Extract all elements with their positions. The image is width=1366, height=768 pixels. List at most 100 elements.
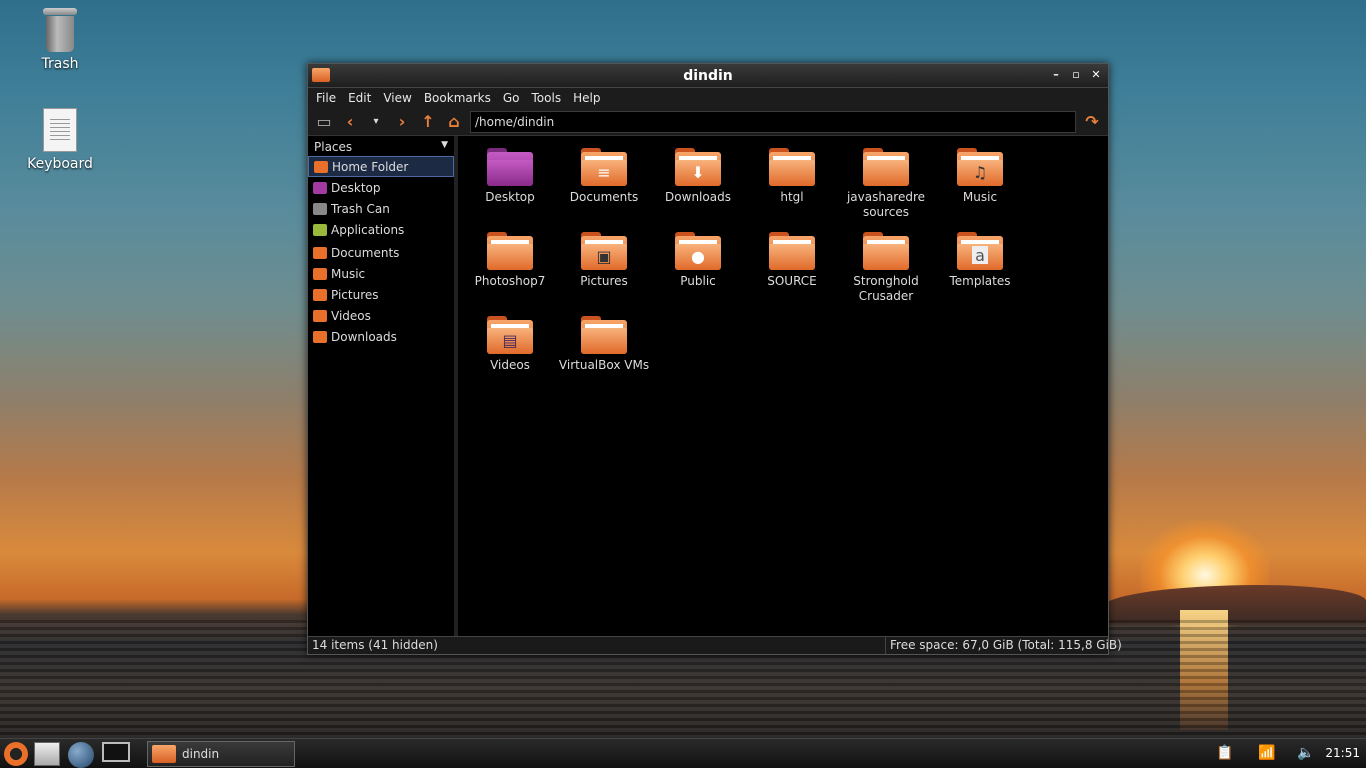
sidebar-item-label: Desktop: [331, 180, 381, 195]
templates-folder-icon: a: [957, 232, 1003, 270]
desktop-icon-trash[interactable]: Trash: [10, 8, 110, 72]
file-item-downloads[interactable]: ⬇ Downloads: [651, 148, 745, 205]
volume-icon[interactable]: 🔈: [1297, 745, 1314, 761]
statusbar: 14 items (41 hidden) Free space: 67,0 Gi…: [308, 636, 1122, 654]
clock[interactable]: 21:51: [1325, 746, 1360, 760]
folder-icon: [769, 232, 815, 270]
sidebar-item-label: Videos: [331, 308, 371, 323]
music-folder-icon: ♫: [957, 148, 1003, 186]
go-button[interactable]: ↷: [1082, 112, 1102, 132]
sidebar-item-applications[interactable]: Applications: [308, 219, 454, 240]
back-button[interactable]: ‹: [340, 112, 360, 132]
places-sidebar: Places ▼ Home Folder Desktop Trash Can A…: [308, 136, 458, 638]
file-label: Videos: [490, 358, 530, 372]
file-manager-launcher[interactable]: [34, 742, 62, 766]
folder-icon: [863, 148, 909, 186]
file-item-music[interactable]: ♫ Music: [933, 148, 1027, 205]
up-button[interactable]: ↑: [418, 112, 438, 132]
folder-icon: [312, 68, 330, 82]
file-label: Templates: [949, 274, 1011, 288]
menu-tools[interactable]: Tools: [532, 91, 562, 105]
status-item-count: 14 items (41 hidden): [308, 637, 886, 654]
file-item-videos[interactable]: ▤ Videos: [463, 316, 557, 373]
status-free-space: Free space: 67,0 GiB (Total: 115,8 GiB): [890, 638, 1122, 652]
places-header[interactable]: Places ▼: [308, 138, 454, 156]
sidebar-item-downloads[interactable]: Downloads: [308, 326, 454, 347]
ubuntu-logo-icon: [4, 742, 28, 766]
trash-icon: [313, 202, 327, 215]
window-titlebar[interactable]: dindin – ▫ ✕: [308, 64, 1108, 88]
file-item-source[interactable]: SOURCE: [745, 232, 839, 289]
forward-button[interactable]: ›: [392, 112, 412, 132]
sidebar-item-music[interactable]: Music: [308, 263, 454, 284]
minimize-button[interactable]: –: [1050, 68, 1062, 81]
sidebar-item-desktop[interactable]: Desktop: [308, 177, 454, 198]
file-item-documents[interactable]: ≡ Documents: [557, 148, 651, 205]
downloads-folder-icon: ⬇: [675, 148, 721, 186]
menu-file[interactable]: File: [316, 91, 336, 105]
clipboard-icon[interactable]: 📋: [1216, 745, 1233, 761]
file-label: javasharedresources: [846, 190, 926, 219]
folder-icon: [769, 148, 815, 186]
folder-icon: [487, 232, 533, 270]
file-item-stronghold-crusader[interactable]: Stronghold Crusader: [839, 232, 933, 304]
menu-help[interactable]: Help: [573, 91, 600, 105]
close-button[interactable]: ✕: [1090, 68, 1102, 81]
sidebar-item-label: Documents: [331, 245, 400, 260]
toolbar: ▭ ‹ ▾ › ↑ ⌂ ↷: [308, 108, 1108, 136]
places-title: Places: [314, 140, 353, 154]
file-label: SOURCE: [767, 274, 817, 288]
show-desktop-button[interactable]: [102, 742, 130, 766]
menu-edit[interactable]: Edit: [348, 91, 371, 105]
wifi-icon[interactable]: 📶: [1258, 745, 1275, 761]
folder-icon: [313, 246, 327, 259]
path-input[interactable]: [470, 110, 1076, 133]
sidebar-item-videos[interactable]: Videos: [308, 305, 454, 326]
sidebar-item-label: Trash Can: [331, 201, 390, 216]
desktop-icon: [313, 181, 327, 194]
taskbar: dindin 📋 📶 🔈 21:51: [0, 738, 1366, 768]
file-item-photoshop7[interactable]: Photoshop7: [463, 232, 557, 289]
sidebar-item-home-folder[interactable]: Home Folder: [308, 156, 454, 177]
file-item-htgl[interactable]: htgl: [745, 148, 839, 205]
document-icon: [43, 108, 77, 152]
maximize-button[interactable]: ▫: [1070, 68, 1082, 81]
file-label: VirtualBox VMs: [558, 358, 650, 372]
menu-bookmarks[interactable]: Bookmarks: [424, 91, 491, 105]
file-label: Downloads: [665, 190, 731, 204]
file-label: Documents: [569, 190, 639, 204]
file-item-virtualbox-vms[interactable]: VirtualBox VMs: [557, 316, 651, 373]
sidebar-item-label: Home Folder: [332, 159, 409, 174]
menu-view[interactable]: View: [383, 91, 411, 105]
file-cabinet-icon: [34, 742, 60, 766]
history-dropdown-button[interactable]: ▾: [366, 112, 386, 132]
file-item-pictures[interactable]: ▣ Pictures: [557, 232, 651, 289]
browser-launcher[interactable]: [68, 742, 96, 768]
folder-icon: [313, 288, 327, 301]
sidebar-item-pictures[interactable]: Pictures: [308, 284, 454, 305]
desktop-icon-keyboard[interactable]: Keyboard: [10, 108, 110, 172]
taskbar-window-button[interactable]: dindin: [147, 741, 295, 767]
public-folder-icon: ●: [675, 232, 721, 270]
window-title: dindin: [683, 67, 733, 84]
file-item-public[interactable]: ● Public: [651, 232, 745, 289]
chevron-down-icon[interactable]: ▼: [441, 140, 448, 154]
new-tab-button[interactable]: ▭: [314, 112, 334, 132]
file-item-desktop[interactable]: Desktop: [463, 148, 557, 205]
file-item-templates[interactable]: a Templates: [933, 232, 1027, 289]
file-label: htgl: [780, 190, 804, 204]
file-label: Photoshop7: [474, 274, 546, 288]
start-menu-button[interactable]: [2, 742, 30, 766]
pictures-folder-icon: ▣: [581, 232, 627, 270]
home-icon: [314, 160, 328, 173]
home-button[interactable]: ⌂: [444, 112, 464, 132]
desktop-icon-label: Trash: [41, 56, 79, 72]
folder-icon: [313, 267, 327, 280]
file-view[interactable]: Desktop ≡ Documents ⬇ Downloads htgl jav…: [458, 136, 1108, 638]
file-label: Pictures: [580, 274, 628, 288]
sidebar-item-trash-can[interactable]: Trash Can: [308, 198, 454, 219]
folder-icon: [313, 309, 327, 322]
file-item-javasharedresources[interactable]: javasharedresources: [839, 148, 933, 220]
menu-go[interactable]: Go: [503, 91, 520, 105]
sidebar-item-documents[interactable]: Documents: [308, 242, 454, 263]
